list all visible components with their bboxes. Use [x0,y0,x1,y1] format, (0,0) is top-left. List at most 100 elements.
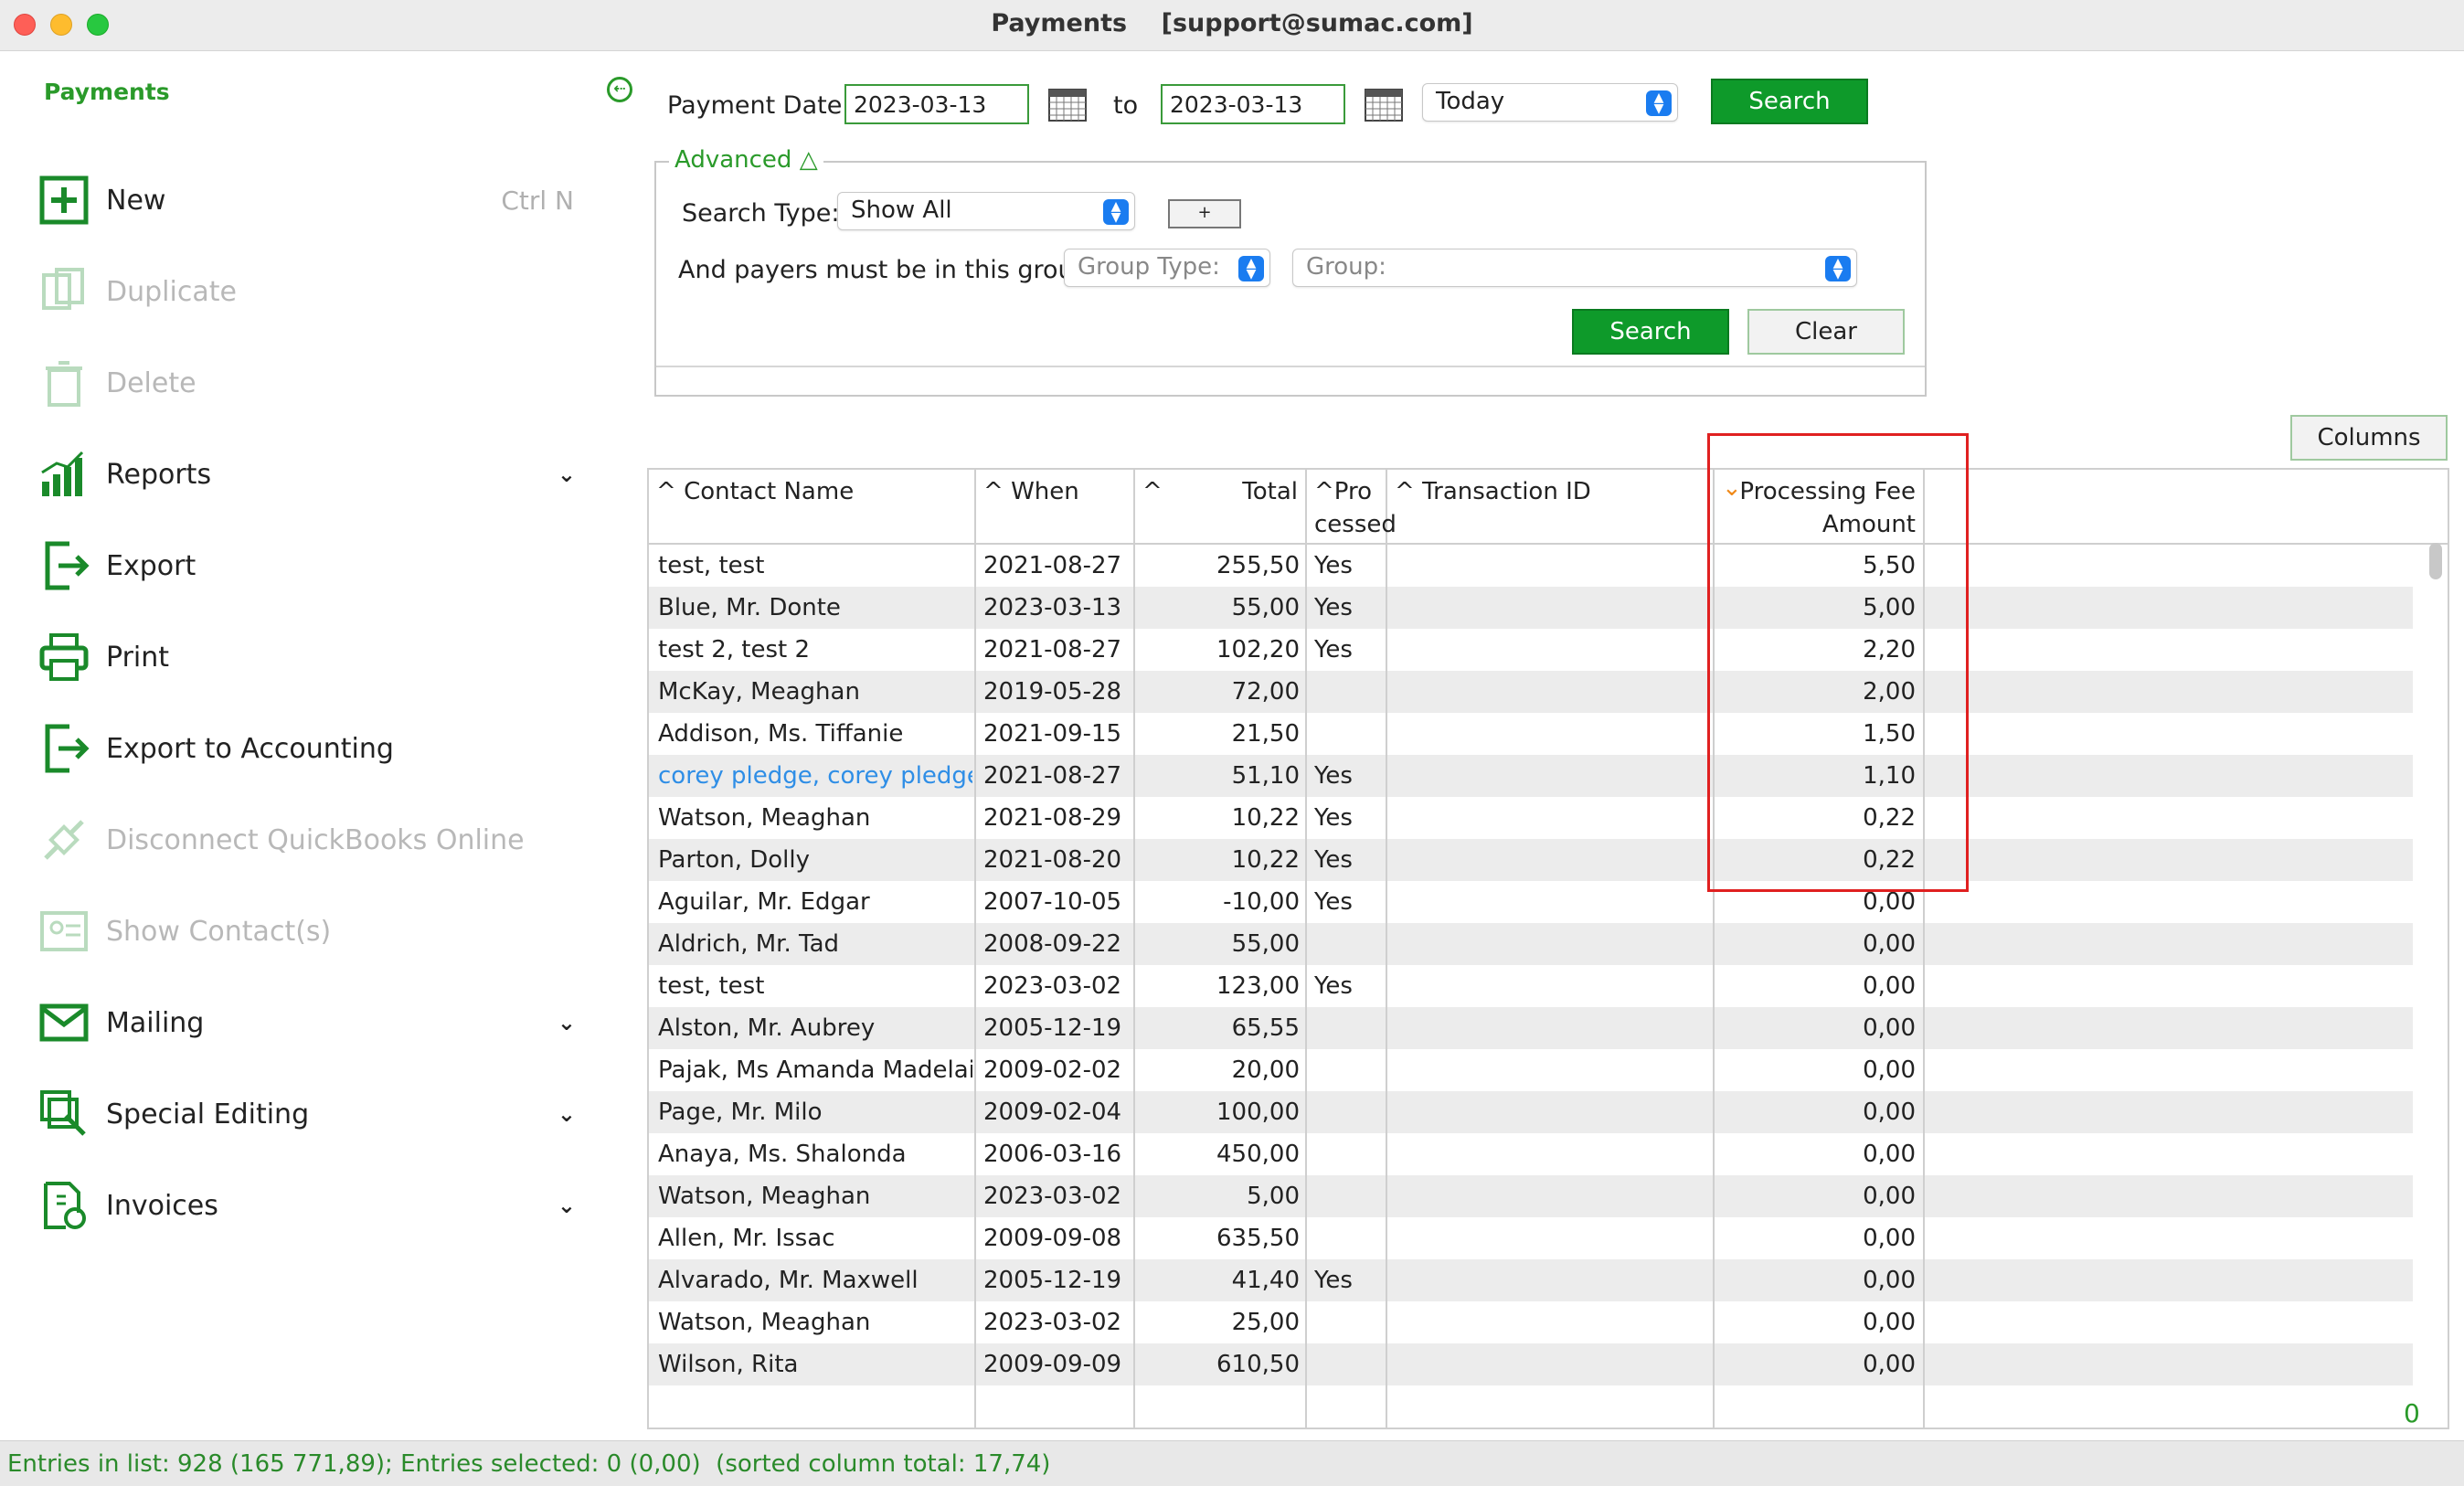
date-to-field[interactable]: 2023-03-13 [1161,84,1345,124]
cell-when: 2007-10-05 [983,888,1122,916]
cell-fee: 0,00 [1863,1267,1916,1294]
cell-contact: test, test [658,552,765,579]
sidebar-header: Payments [44,79,170,105]
sidebar-item-mailing[interactable]: Mailing ⌄ [37,992,585,1053]
sidebar-item-disconnect-quickbooks[interactable]: Disconnect QuickBooks Online [37,810,585,870]
highlight-box [1707,433,1969,892]
sidebar-item-reports[interactable]: Reports ⌄ [37,444,585,504]
sidebar-item-show-contacts[interactable]: Show Contact(s) [37,901,585,961]
sidebar-item-new[interactable]: New Ctrl N [37,170,585,230]
table-row[interactable]: Addison, Ms. Tiffanie 2021-09-15 21,50 1,50 [649,713,2413,755]
advanced-search-button[interactable]: Search [1572,309,1729,355]
cell-contact: Aldrich, Mr. Tad [658,930,840,958]
cell-total: 255,50 [1216,552,1300,579]
calendar-icon[interactable] [1364,86,1404,122]
table-row[interactable]: Alston, Mr. Aubrey 2005-12-19 65,55 0,00 [649,1007,2413,1049]
cell-contact: Alston, Mr. Aubrey [658,1014,876,1042]
date-from-field[interactable]: 2023-03-13 [844,84,1029,124]
cell-when: 2021-08-20 [983,846,1122,874]
table-row[interactable]: Aguilar, Mr. Edgar 2007-10-05 -10,00 Yes 0,0… [649,881,2413,923]
table-row[interactable]: test 2, test 2 2021-08-27 102,20 Yes 2,20 [649,629,2413,671]
column-header-when[interactable]: ^ When [976,470,1135,543]
cell-when: 2005-12-19 [983,1267,1122,1294]
header-label: Contact Name [684,478,855,505]
sort-asc-icon: ^ [983,478,1004,505]
cell-total: 10,22 [1231,846,1300,874]
cell-total: 72,00 [1231,678,1300,706]
cell-fee: 0,00 [1863,1309,1916,1336]
sidebar-item-invoices[interactable]: Invoices ⌄ [37,1175,585,1236]
search-type-select[interactable]: Show All ▲ ▼ [837,192,1135,230]
table-row[interactable]: Blue, Mr. Donte 2023-03-13 55,00 Yes 5,00 [649,587,2413,629]
header-label: Total [1242,478,1298,505]
table-row[interactable]: Pajak, Ms Amanda Madelaine 2009-02-02 20,0… [649,1049,2413,1091]
column-divider [974,543,976,1428]
cell-when: 2021-08-27 [983,762,1122,790]
cell-processed [1314,1175,1384,1217]
cell-total: 21,50 [1231,720,1300,748]
column-header-contact-name[interactable]: ^ Contact Name [649,470,976,543]
table-row[interactable]: Watson, Meaghan 2021-08-29 10,22 Yes 0,22 [649,797,2413,839]
table-row[interactable]: Watson, Meaghan 2023-03-02 5,00 0,00 [649,1175,2413,1217]
clear-button[interactable]: Clear [1747,309,1905,355]
sidebar-item-delete[interactable]: Delete [37,353,585,413]
search-button[interactable]: Search [1711,79,1868,124]
table-row[interactable]: Alvarado, Mr. Maxwell 2005-12-19 41,40 Yes 0… [649,1259,2413,1301]
header-label: cessed [1314,511,1397,538]
advanced-toggle[interactable]: Advanced △ [669,146,823,174]
table-row[interactable]: Page, Mr. Milo 2009-02-04 100,00 0,00 [649,1091,2413,1133]
table-row[interactable]: Aldrich, Mr. Tad 2008-09-22 55,00 0,00 [649,923,2413,965]
column-header-total[interactable]: ^ Total [1135,470,1307,543]
cell-fee: 0,00 [1863,1141,1916,1168]
vertical-scrollbar[interactable] [2429,543,2442,579]
table-row[interactable]: Wilson, Rita 2009-09-09 610,50 0,00 [649,1343,2413,1385]
sidebar-item-export[interactable]: Export [37,536,585,596]
cell-contact: test, test [658,972,765,1000]
cell-processed: Yes [1314,888,1353,916]
column-divider [1386,543,1387,1428]
calendar-icon[interactable] [1047,86,1088,122]
add-criteria-button[interactable]: + [1168,199,1241,228]
table-row[interactable]: McKay, Meaghan 2019-05-28 72,00 2,00 [649,671,2413,713]
sidebar-item-label: Show Contact(s) [106,915,332,948]
chevron-down-icon[interactable]: ⌄ [558,1101,576,1127]
cell-processed [1314,1133,1384,1175]
table-row[interactable]: corey pledge, corey pledge 2021-08-27 51,1… [649,755,2413,797]
cell-contact: Parton, Dolly [658,846,811,874]
group-type-select[interactable]: Group Type: ▲ ▼ [1064,249,1270,287]
columns-button[interactable]: Columns [2290,415,2448,461]
cell-contact: Anaya, Ms. Shalonda [658,1141,907,1168]
table-row[interactable]: test, test 2021-08-27 255,50 Yes 5,50 [649,545,2413,587]
table-row[interactable]: Parton, Dolly 2021-08-20 10,22 Yes 0,22 [649,839,2413,881]
column-header-transaction-id[interactable]: ^ Transaction ID [1387,470,1715,543]
table-row[interactable]: Allen, Mr. Issac 2009-09-08 635,50 0,00 [649,1217,2413,1259]
sidebar-item-print[interactable]: Print [37,627,585,687]
collapse-sidebar-icon[interactable]: ⇠ [607,77,632,102]
cell-when: 2023-03-02 [983,972,1122,1000]
column-header-processed[interactable]: ^Pro cessed [1307,470,1397,543]
cell-total: 65,55 [1231,1014,1300,1042]
group-select[interactable]: Group: ▲ ▼ [1292,249,1857,287]
cell-when: 2021-09-15 [983,720,1122,748]
table-row[interactable]: Watson, Meaghan 2023-03-02 25,00 0,00 [649,1301,2413,1343]
chevron-down-icon[interactable]: ⌄ [558,1193,576,1218]
sidebar-item-special-editing[interactable]: Special Editing ⌄ [37,1084,585,1144]
select-arrows-icon: ▲ ▼ [1103,199,1129,225]
sidebar-item-export-to-accounting[interactable]: Export to Accounting [37,718,585,779]
date-range-select[interactable]: Today ▲ ▼ [1422,83,1678,122]
sidebar-item-duplicate[interactable]: Duplicate [37,261,585,322]
select-arrows-icon: ▲ ▼ [1825,256,1851,281]
cell-contact: Watson, Meaghan [658,1309,871,1336]
cell-total: 10,22 [1231,804,1300,832]
table-row[interactable]: test, test 2023-03-02 123,00 Yes 0,00 [649,965,2413,1007]
envelope-icon [37,995,91,1050]
cell-contact: Pajak, Ms Amanda Madelaine [658,1056,972,1084]
cell-processed [1314,923,1384,965]
table-row[interactable]: Anaya, Ms. Shalonda 2006-03-16 450,00 0,00 [649,1133,2413,1175]
chevron-down-icon[interactable]: ⌄ [558,1010,576,1035]
trash-icon [37,356,91,410]
sidebar-item-label: Print [106,641,170,674]
chevron-down-icon[interactable]: ⌄ [558,462,576,487]
cell-fee: 0,00 [1863,1183,1916,1210]
header-label: Pro [1333,478,1373,505]
